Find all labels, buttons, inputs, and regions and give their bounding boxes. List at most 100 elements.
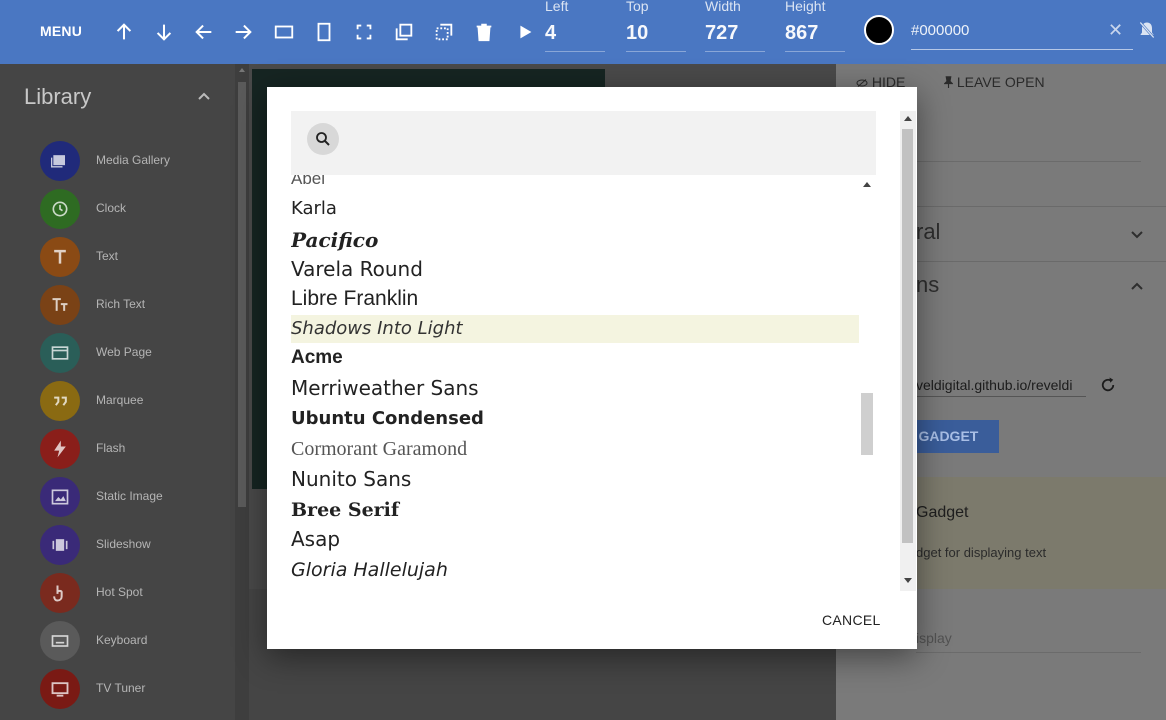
delete-icon[interactable] [472, 20, 496, 44]
width-field[interactable]: Width 727 [705, 0, 765, 52]
flash-icon [40, 429, 80, 469]
library-item[interactable]: TV Tuner [40, 669, 230, 709]
menu-button[interactable]: MENU [40, 23, 82, 39]
media-gallery-icon [40, 141, 80, 181]
font-option[interactable]: Ubuntu Condensed [291, 405, 859, 433]
font-option[interactable]: Acme [291, 344, 859, 372]
left-field[interactable]: Left 4 [545, 0, 605, 52]
general-section-title: ral [916, 219, 941, 244]
library-item[interactable]: Media Gallery [40, 141, 230, 181]
height-field[interactable]: Height 867 [785, 0, 845, 52]
dialog-scroll-thumb[interactable] [902, 129, 913, 543]
library-item-label: Flash [96, 441, 126, 455]
scroll-up-arrow[interactable] [904, 116, 912, 121]
font-option[interactable]: Gloria Hallelujah [291, 556, 859, 584]
color-swatch[interactable] [864, 15, 894, 45]
arrow-left-icon[interactable] [192, 20, 216, 44]
library-scrollbar[interactable] [235, 64, 249, 720]
library-item-label: Slideshow [96, 537, 151, 551]
rich-text-icon [40, 285, 80, 325]
library-item[interactable]: Clock [40, 189, 230, 229]
arrow-right-icon[interactable] [231, 20, 255, 44]
library-item[interactable]: Keyboard [40, 621, 230, 661]
scroll-down-arrow[interactable] [904, 578, 912, 583]
library-item-label: Keyboard [96, 633, 148, 647]
leave-open-label: LEAVE OPEN [956, 74, 1045, 90]
keyboard-icon [40, 621, 80, 661]
top-field[interactable]: Top 10 [626, 0, 686, 52]
scroll-up-arrow[interactable] [863, 182, 871, 187]
arrow-down-icon[interactable] [152, 20, 176, 44]
library-item[interactable]: Static Image [40, 477, 230, 517]
library-item[interactable]: Text [40, 237, 230, 277]
font-search-bar[interactable] [291, 111, 876, 175]
height-value: 867 [785, 22, 819, 44]
library-item[interactable]: Slideshow [40, 525, 230, 565]
font-list-scrollbar[interactable] [859, 175, 876, 590]
arrow-up-icon[interactable] [112, 20, 136, 44]
library-item[interactable]: Hot Spot [40, 573, 230, 613]
library-panel: Library Media Gallery Clock Text Rich Text W… [0, 64, 235, 720]
chevron-up-icon[interactable] [1130, 278, 1144, 296]
display-field[interactable]: isplay [916, 630, 1141, 653]
divider [916, 161, 1141, 162]
library-item-label: Media Gallery [96, 153, 171, 167]
font-option[interactable]: Bree Serif [291, 496, 859, 524]
notifications-off-icon[interactable] [1137, 20, 1157, 45]
library-item-label: Text [96, 249, 119, 263]
font-list: Abel Karla Pacifico Varela Round Libre Frank… [291, 175, 859, 590]
chevron-up-icon[interactable] [197, 88, 211, 106]
font-option[interactable]: Shadows Into Light [291, 315, 859, 343]
bring-front-icon[interactable] [392, 20, 416, 44]
search-icon[interactable] [307, 123, 339, 155]
fit-width-icon[interactable] [272, 20, 296, 44]
library-item[interactable]: Flash [40, 429, 230, 469]
cancel-button[interactable]: CANCEL [822, 612, 881, 628]
clock-icon [40, 189, 80, 229]
dialog-scrollbar[interactable] [900, 111, 916, 591]
play-icon[interactable] [513, 20, 537, 44]
refresh-icon[interactable] [1099, 376, 1117, 399]
gadget-info-description: dget for displaying text [916, 545, 1047, 560]
scroll-up-arrow[interactable] [239, 68, 245, 72]
leave-open-button[interactable]: LEAVE OPEN [943, 74, 1045, 90]
top-toolbar: MENU Left 4 Top 10 Width 727 Height 867 … [0, 0, 1166, 64]
gadget-info-title: Gadget [916, 504, 969, 521]
font-picker-dialog: Abel Karla Pacifico Varela Round Libre Frank… [267, 87, 917, 649]
font-option[interactable]: Libre Franklin [291, 285, 859, 313]
font-option[interactable]: Asap [291, 525, 859, 553]
library-item[interactable]: Marquee [40, 381, 230, 421]
font-option[interactable]: Karla [291, 195, 859, 223]
font-option[interactable]: Merriweather Sans [291, 374, 859, 402]
library-item-label: Clock [96, 201, 127, 215]
url-field[interactable]: veldigital.github.io/reveldi [916, 377, 1086, 397]
library-scroll-thumb[interactable] [238, 82, 246, 507]
font-list-scroll-thumb[interactable] [861, 393, 873, 455]
width-value: 727 [705, 22, 739, 44]
text-icon [40, 237, 80, 277]
library-item[interactable]: Rich Text [40, 285, 230, 325]
marquee-icon [40, 381, 80, 421]
library-item-label: Hot Spot [96, 585, 143, 599]
font-option[interactable]: Cormorant Garamond [291, 435, 859, 463]
fit-height-icon[interactable] [312, 20, 336, 44]
chevron-down-icon[interactable] [1130, 227, 1144, 245]
font-option[interactable]: Varela Round [291, 255, 859, 283]
library-title: Library [24, 84, 92, 109]
send-back-icon[interactable] [432, 20, 456, 44]
library-item[interactable]: Web Page [40, 333, 230, 373]
options-section-title[interactable]: ns [916, 272, 939, 298]
width-label: Width [705, 0, 741, 14]
top-label: Top [626, 0, 649, 14]
tv-tuner-icon [40, 669, 80, 709]
color-hex-input[interactable]: #000000 [911, 22, 1133, 50]
font-option[interactable]: Abel [291, 175, 859, 193]
close-icon[interactable]: ✕ [1108, 20, 1123, 41]
library-item-label: Marquee [96, 393, 144, 407]
fullscreen-icon[interactable] [352, 20, 376, 44]
font-option[interactable]: Nunito Sans [291, 465, 859, 493]
hot-spot-icon [40, 573, 80, 613]
library-item-label: Static Image [96, 489, 163, 503]
static-image-icon [40, 477, 80, 517]
font-option[interactable]: Pacifico [291, 226, 859, 254]
